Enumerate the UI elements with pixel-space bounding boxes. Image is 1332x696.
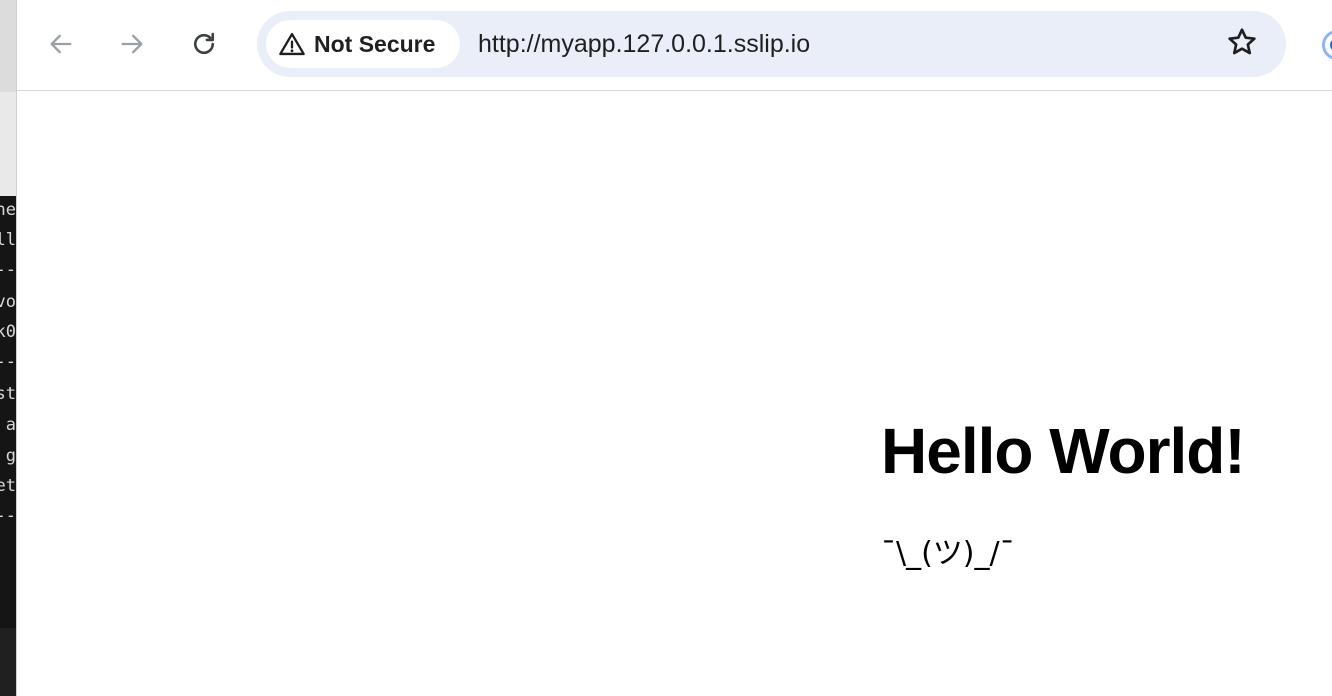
terminal-line: g [5, 446, 16, 466]
terminal-line: ne [0, 200, 16, 220]
terminal-line: -- [0, 506, 16, 526]
browser-toolbar: Not Secure http://myapp.127.0.0.1.sslip.… [17, 0, 1332, 91]
page-content: Hello World! ¯\_(ツ)_/¯ [17, 91, 1332, 696]
terminal-line: -- [0, 352, 16, 372]
terminal-line: vo [0, 292, 16, 312]
terminal-line: k0 [0, 322, 16, 342]
back-button[interactable] [41, 24, 81, 64]
terminal-line: a [5, 415, 16, 435]
terminal-line: ll [0, 230, 16, 250]
reload-button[interactable] [184, 24, 224, 64]
reload-icon [190, 30, 218, 58]
shrug-text: ¯\_(ツ)_/¯ [881, 536, 1015, 571]
terminal-output: ne ll -- vo k0 -- st a g et -- [0, 196, 16, 628]
arrow-left-icon [47, 30, 75, 58]
terminal-footer [0, 628, 16, 696]
terminal-line: st [0, 384, 16, 404]
terminal-titlebar [0, 0, 16, 92]
warning-triangle-icon [278, 30, 306, 58]
address-bar[interactable]: Not Secure http://myapp.127.0.0.1.sslip.… [257, 11, 1286, 77]
arrow-right-icon [118, 30, 146, 58]
page-heading: Hello World! [881, 415, 1246, 487]
star-icon [1226, 26, 1258, 63]
screen: ne ll -- vo k0 -- st a g et -- [0, 0, 1332, 696]
terminal-line: et [0, 476, 16, 496]
browser-window: Not Secure http://myapp.127.0.0.1.sslip.… [16, 0, 1332, 696]
security-status-label: Not Secure [314, 30, 436, 57]
bookmark-button[interactable] [1221, 23, 1263, 65]
terminal-line: -- [0, 260, 16, 280]
url-text[interactable]: http://myapp.127.0.0.1.sslip.io [478, 29, 810, 59]
forward-button[interactable] [112, 24, 152, 64]
site-security-chip[interactable]: Not Secure [266, 20, 460, 68]
profile-avatar[interactable] [1322, 30, 1332, 60]
terminal-window: ne ll -- vo k0 -- st a g et -- [0, 0, 16, 696]
